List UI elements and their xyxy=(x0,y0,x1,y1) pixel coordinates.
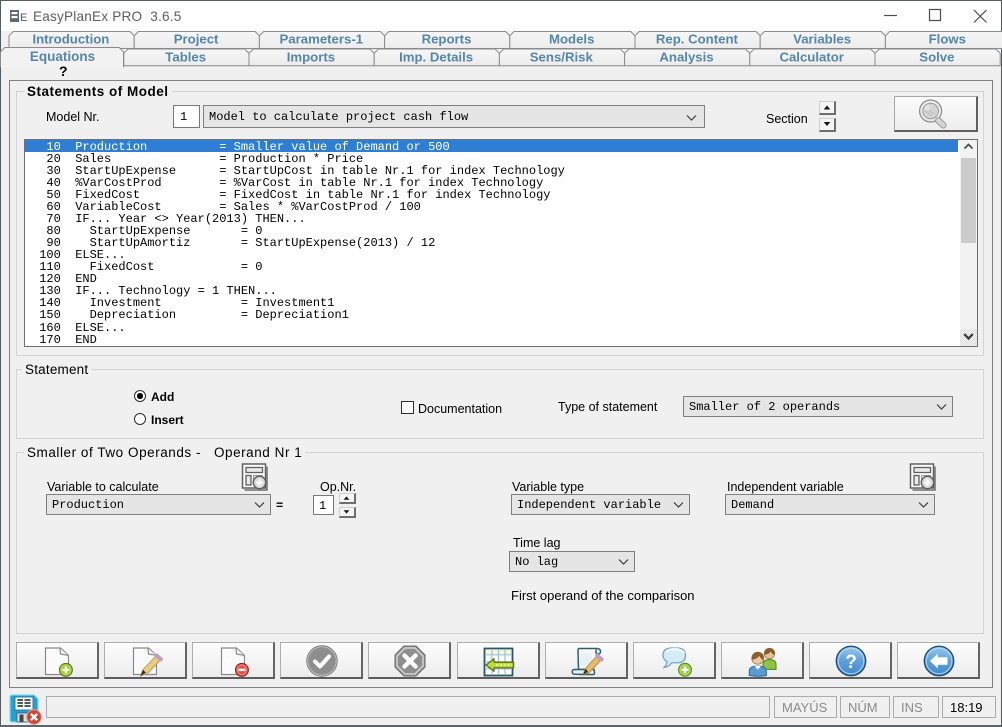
svg-text:Models: Models xyxy=(549,31,594,46)
svg-text:Equations: Equations xyxy=(30,49,95,64)
svg-text:Tables: Tables xyxy=(165,49,206,64)
svg-text:Reports: Reports xyxy=(422,31,472,46)
svg-text:Flows: Flows xyxy=(929,31,966,46)
svg-text:Imp. Details: Imp. Details xyxy=(399,49,473,64)
svg-text:?: ? xyxy=(845,652,857,673)
svg-text:Parameters-1: Parameters-1 xyxy=(280,31,364,46)
svg-text:Introduction: Introduction xyxy=(32,31,109,46)
svg-text:Solve: Solve xyxy=(919,49,954,64)
svg-text:Project: Project xyxy=(174,31,219,46)
svg-text:Imports: Imports xyxy=(287,49,335,64)
svg-text:Calculator: Calculator xyxy=(779,49,844,64)
svg-text:Rep. Content: Rep. Content xyxy=(656,31,739,46)
svg-text:Sens/Risk: Sens/Risk xyxy=(530,49,594,64)
svg-text:Analysis: Analysis xyxy=(659,49,713,64)
svg-text:Variables: Variables xyxy=(793,31,851,46)
